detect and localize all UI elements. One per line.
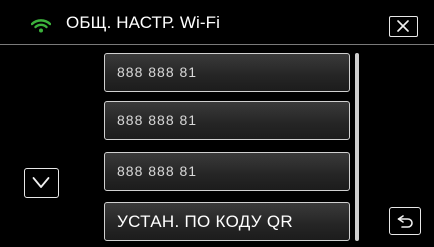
page-title: ОБЩ. НАСТР. Wi-Fi [66, 13, 221, 32]
list-item-label: 888 888 81 [117, 112, 198, 128]
list-item[interactable]: 888 888 81 [104, 152, 350, 191]
list-item[interactable]: 888 888 81 [104, 101, 350, 140]
close-icon [397, 20, 409, 32]
scrollbar[interactable] [355, 53, 359, 241]
qr-setup-label: УСТАН. ПО КОДУ QR [117, 212, 293, 231]
scroll-down-button[interactable] [24, 168, 59, 198]
back-arrow-icon [397, 215, 413, 228]
close-button[interactable] [389, 16, 418, 37]
header-bar: ОБЩ. НАСТР. Wi-Fi [0, 0, 434, 42]
header-divider [0, 44, 434, 45]
qr-setup-button[interactable]: УСТАН. ПО КОДУ QR [104, 202, 350, 241]
list-item-label: 888 888 81 [117, 163, 198, 179]
chevron-down-icon [32, 177, 50, 188]
list-item[interactable]: 888 888 81 [104, 53, 350, 92]
back-button[interactable] [389, 207, 421, 235]
wifi-icon [30, 19, 52, 33]
list-item-label: 888 888 81 [117, 64, 198, 80]
